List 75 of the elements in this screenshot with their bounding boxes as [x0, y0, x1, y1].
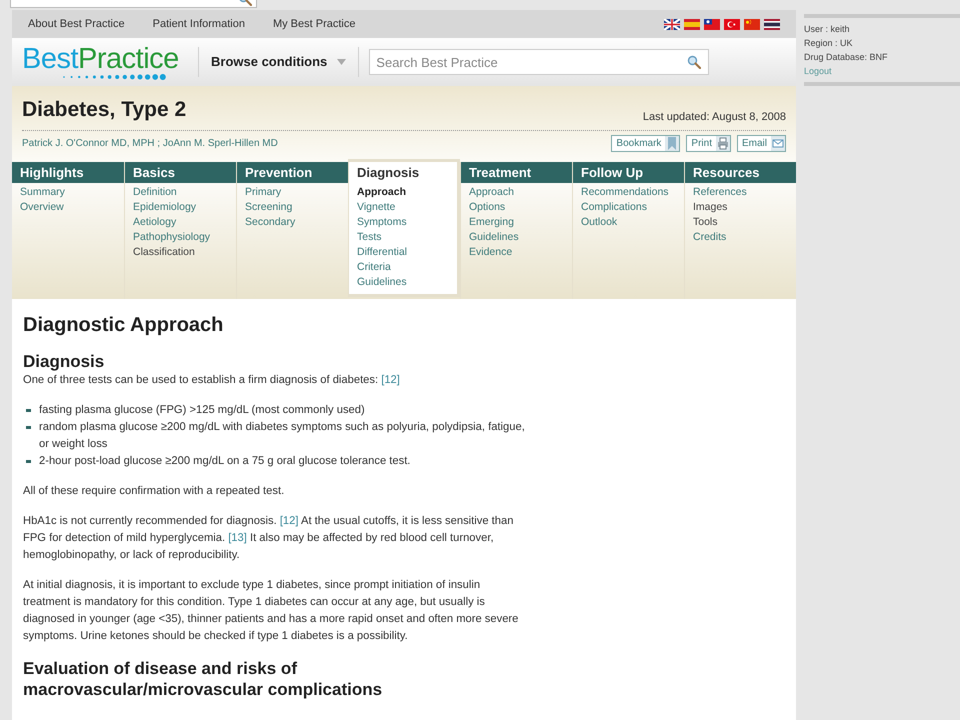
logout-link[interactable]: Logout	[804, 64, 960, 78]
list-item: fasting plasma glucose (FPG) >125 mg/dL (most commonly used)	[39, 403, 365, 418]
paragraph: HbA1c is not currently recommended for diagnosis. [12] At the usual cutoffs, it is less sensitive than FPG for detection of mild hyperglycemia. [13] It also may be affected by red blood cell turnover, hemoglobinopathy, or lack of reproducibility.	[23, 514, 514, 563]
section-heading: Diagnostic Approach	[23, 313, 224, 337]
paragraph: At initial diagnosis, it is important to exclude type 1 diabetes, since prompt initiation of insulin treatment is mandatory for this condition. Type 1 diabetes can occur at any age, but usually is diagnosed in younger (age <35), thinner patients and has a more rapid onset and often more severe symptoms. Urine ketones should be checked if type 1 diabetes is a possibility.	[23, 578, 520, 644]
bullet-icon	[26, 426, 31, 429]
search-field[interactable]: Search Best Practice	[369, 49, 710, 75]
reference-link[interactable]: [12]	[381, 374, 400, 386]
subsection-heading: Diagnosis	[23, 351, 106, 372]
user-info-text: Region : UK	[804, 37, 854, 50]
flag-icon[interactable]	[664, 18, 680, 30]
menu-link[interactable]: Guidelines	[357, 275, 449, 290]
menu-link[interactable]: Overview	[20, 200, 116, 215]
menu-link[interactable]: Emerging	[469, 215, 564, 230]
menu-label: Images	[693, 200, 728, 215]
menu-link[interactable]: References	[693, 185, 788, 200]
menu-link[interactable]: Primary	[245, 185, 340, 200]
user-info-text: User : keith	[804, 23, 851, 36]
menu-link[interactable]: Options	[469, 200, 564, 215]
bestpractice-logo[interactable]: BestPractice	[22, 44, 182, 80]
menu-link[interactable]: Credits	[693, 230, 788, 245]
menu-label: Classification	[133, 245, 196, 260]
menu-link[interactable]: Aetiology	[133, 215, 228, 230]
flag-icon[interactable]	[704, 18, 720, 30]
menu-heading[interactable]: Resources	[685, 162, 796, 183]
menu-link[interactable]: Symptoms	[357, 215, 449, 230]
subsection-heading: Evaluation of disease and risks of macrovascular/microvascular complications	[23, 658, 384, 700]
authors-link[interactable]: Patrick J. O'Connor MD, MPH ; JoAnn M. Sperl-Hillen MD	[22, 136, 278, 150]
menu-link[interactable]: Outlook	[581, 215, 676, 230]
menu-link[interactable]: Secondary	[245, 215, 340, 230]
nav-link[interactable]: Patient Information	[152, 16, 245, 32]
list-item: random plasma glucose ≥200 mg/dL with diabetes symptoms such as polyuria, polydipsia, fatigue, or weight loss	[39, 420, 526, 452]
menu-heading[interactable]: Follow Up	[573, 162, 684, 183]
bookmark-button[interactable]: Bookmark	[611, 134, 680, 152]
reference-link[interactable]: [13]	[228, 532, 247, 544]
nav-link[interactable]: About Best Practice	[28, 16, 125, 32]
caret-icon	[337, 59, 346, 65]
menu-heading[interactable]: Treatment	[461, 162, 572, 183]
envelope-icon	[771, 136, 785, 150]
last-updated-text: Last updated: August 8, 2008	[642, 110, 786, 125]
menu-heading[interactable]: Highlights	[12, 162, 124, 183]
menu-link[interactable]: Guidelines	[469, 230, 564, 245]
reference-link[interactable]: [12]	[280, 515, 298, 527]
menu-link[interactable]: Complications	[581, 200, 676, 215]
menu-link[interactable]: Evidence	[469, 245, 564, 260]
bullet-icon	[26, 409, 31, 412]
menu-link[interactable]: Approach	[357, 185, 449, 200]
menu-heading[interactable]: Basics	[125, 162, 236, 183]
search-icon	[687, 55, 702, 69]
menu-link[interactable]: Screening	[245, 200, 340, 215]
menu-link[interactable]: Definition	[133, 185, 228, 200]
printer-icon	[716, 136, 730, 150]
page-title: Diabetes, Type 2	[22, 97, 186, 123]
menu-link[interactable]: Differential	[357, 245, 449, 260]
menu-link[interactable]: Pathophysiology	[133, 230, 228, 245]
menu-link[interactable]: Vignette	[357, 200, 449, 215]
menu-heading[interactable]: Prevention	[237, 162, 348, 183]
print-button[interactable]: Print	[686, 134, 731, 152]
menu-link[interactable]: Tests	[357, 230, 449, 245]
paragraph: One of three tests can be used to establish a firm diagnosis of diabetes: [12]	[23, 373, 401, 388]
bullet-icon	[26, 460, 31, 463]
list-item: 2-hour post-load glucose ≥200 mg/dL on a 75 g oral glucose tolerance test.	[39, 454, 410, 469]
menu-link[interactable]: Epidemiology	[133, 200, 228, 215]
browse-conditions-dropdown[interactable]: Browse conditions	[199, 52, 358, 72]
menu-link[interactable]: Approach	[469, 185, 564, 200]
menu-link[interactable]: Summary	[20, 185, 116, 200]
menu-label: Tools	[693, 215, 719, 230]
email-button[interactable]: Email	[736, 134, 786, 152]
paragraph: All of these require confirmation with a repeated test.	[23, 484, 286, 499]
bookmark-icon	[665, 136, 680, 150]
menu-link[interactable]: Recommendations	[581, 185, 676, 200]
menu-link[interactable]: Criteria	[357, 260, 449, 275]
user-info-text: Drug Database: BNF	[804, 51, 889, 64]
nav-link[interactable]: My Best Practice	[272, 16, 356, 32]
flag-icon[interactable]	[764, 18, 780, 30]
